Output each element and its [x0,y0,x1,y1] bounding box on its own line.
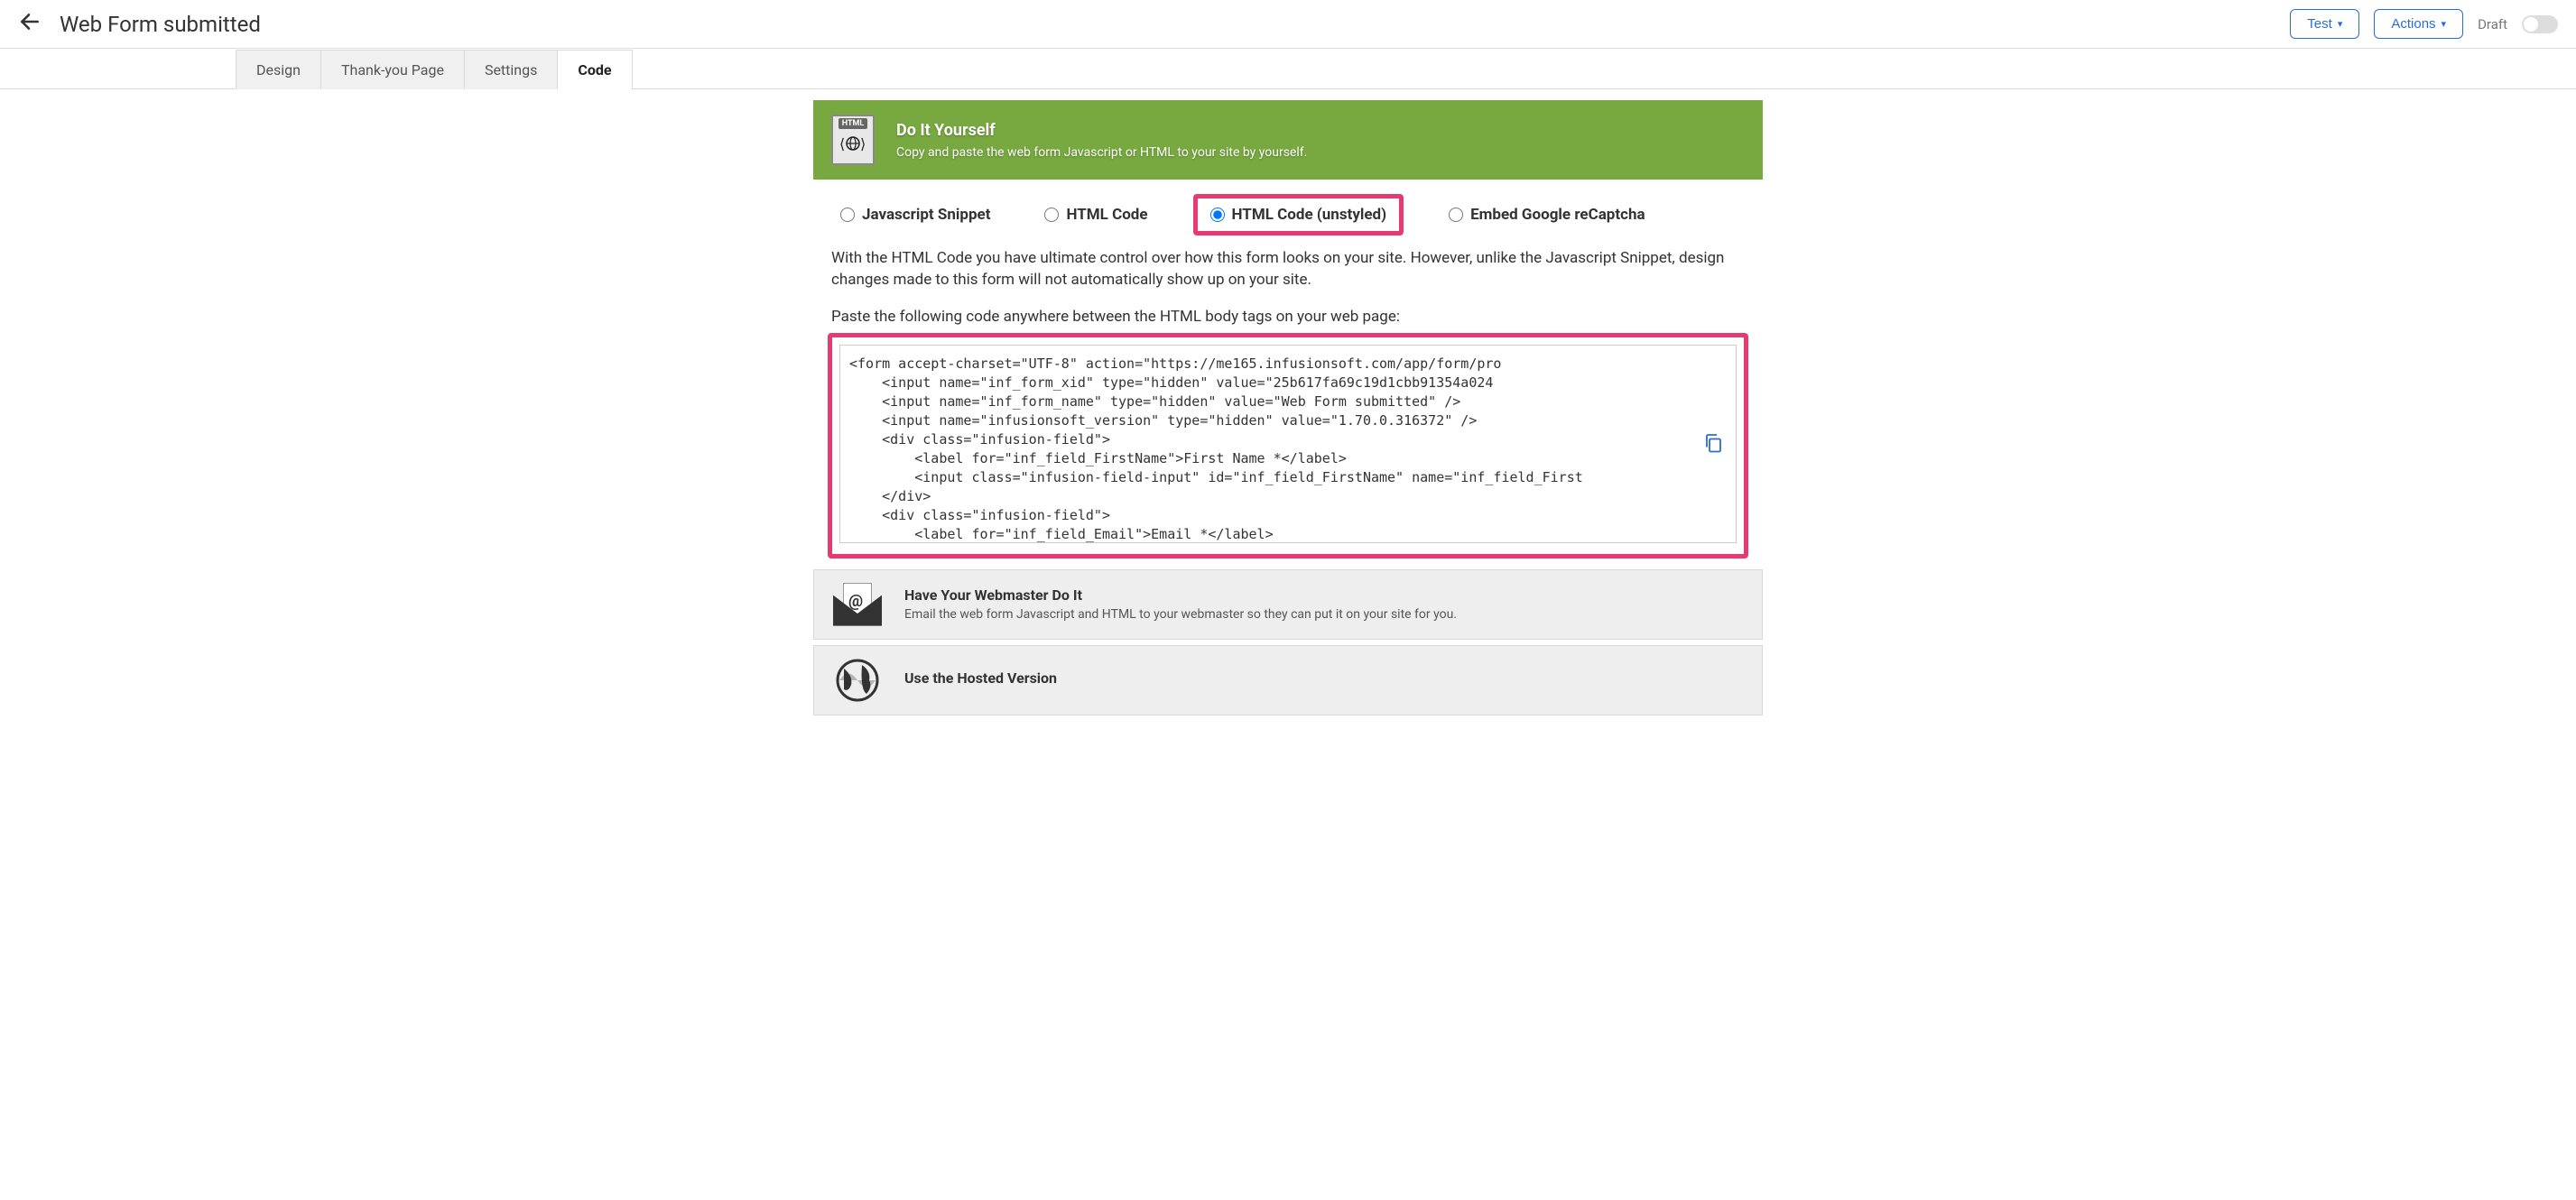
radio-embed-recaptcha[interactable]: Embed Google reCaptcha [1440,200,1654,229]
actions-button-label: Actions [2391,16,2435,32]
hosted-text: Use the Hosted Version [904,669,1057,690]
chevron-down-icon: ▾ [2442,18,2447,30]
html-icon-label: HTML [839,118,868,129]
webmaster-subtitle: Email the web form Javascript and HTML t… [904,607,1457,622]
banner-text: Do It Yourself Copy and paste the web fo… [896,121,1307,160]
webmaster-title: Have Your Webmaster Do It [904,586,1457,604]
tab-bar: Design Thank-you Page Settings Code [0,49,2576,89]
radio-html-code[interactable]: HTML Code [1035,200,1156,229]
paste-instruction: Paste the following code anywhere betwee… [813,308,1763,333]
banner-subtitle: Copy and paste the web form Javascript o… [896,145,1307,160]
radio-input-recaptcha[interactable] [1449,208,1463,222]
actions-button[interactable]: Actions ▾ [2374,9,2463,39]
page-title: Web Form submitted [60,12,261,37]
webmaster-section[interactable]: @ Have Your Webmaster Do It Email the we… [813,569,1763,640]
test-button[interactable]: Test ▾ [2290,9,2359,39]
status-label: Draft [2478,16,2507,32]
code-snippet-container [828,333,1748,558]
hosted-section[interactable]: Use the Hosted Version [813,645,1763,715]
format-description: With the HTML Code you have ultimate con… [813,248,1763,308]
email-envelope-icon: @ [832,579,883,630]
svg-text:⟨: ⟨ [839,135,845,152]
tab-thank-you-page[interactable]: Thank-you Page [321,50,465,89]
radio-label-recaptcha: Embed Google reCaptcha [1470,206,1645,224]
webmaster-text: Have Your Webmaster Do It Email the web … [904,586,1457,622]
tab-settings[interactable]: Settings [465,50,558,89]
globe-brackets-icon: ⟨⟩ [839,133,866,158]
radio-input-html[interactable] [1044,208,1059,222]
back-arrow-icon[interactable] [18,10,42,39]
chevron-down-icon: ▾ [2338,18,2343,30]
copy-icon[interactable] [1702,431,1724,459]
tab-design[interactable]: Design [236,50,321,89]
radio-label-html-unstyled: HTML Code (unstyled) [1232,206,1387,224]
code-snippet-textarea[interactable] [839,345,1737,543]
radio-label-html: HTML Code [1066,206,1147,224]
app-header: Web Form submitted Test ▾ Actions ▾ Draf… [0,0,2576,49]
publish-toggle[interactable] [2522,15,2558,33]
code-format-radios: Javascript Snippet HTML Code HTML Code (… [813,180,1763,248]
radio-html-code-unstyled[interactable]: HTML Code (unstyled) [1193,194,1404,235]
main-content: HTML ⟨⟩ Do It Yourself Copy and paste th… [813,89,1763,715]
diy-banner: HTML ⟨⟩ Do It Yourself Copy and paste th… [813,100,1763,180]
globe-icon [832,655,883,706]
header-left: Web Form submitted [18,10,261,39]
radio-label-js: Javascript Snippet [862,206,990,224]
hosted-title: Use the Hosted Version [904,669,1057,687]
radio-input-js[interactable] [840,208,855,222]
banner-title: Do It Yourself [896,121,1307,140]
svg-text:⟩: ⟩ [860,135,866,152]
header-right: Test ▾ Actions ▾ Draft [2290,9,2558,39]
html-file-icon: HTML ⟨⟩ [831,115,875,165]
radio-input-html-unstyled[interactable] [1210,208,1225,222]
test-button-label: Test [2307,16,2332,32]
radio-javascript-snippet[interactable]: Javascript Snippet [831,200,999,229]
tab-code[interactable]: Code [558,50,632,90]
